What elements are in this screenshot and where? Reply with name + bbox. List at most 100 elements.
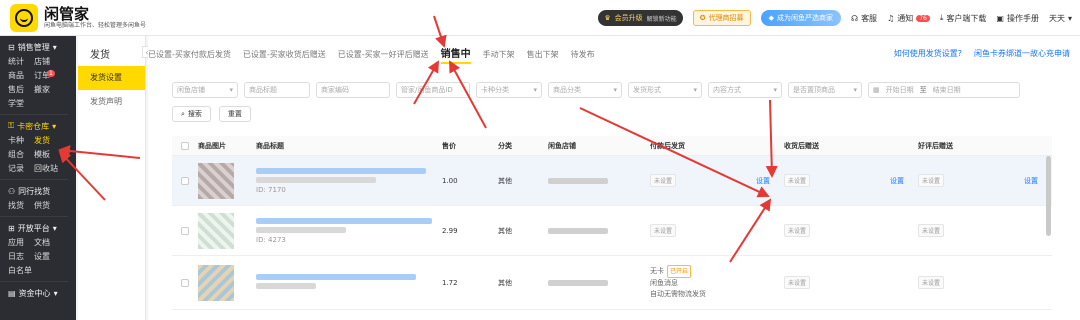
sidebar-item-whitelist[interactable]: 白名单	[8, 265, 32, 276]
table-row: 1.72 其他 无卡 已开启 闲鱼消息 自动无需物流发货 未设置 未设置	[172, 256, 1052, 310]
filter-label: 商家编码	[321, 86, 349, 94]
search-button[interactable]: ⌕ 搜索	[172, 106, 211, 122]
status-tabs: 已设置-买家付款后发货 已设置-买家收货后赠送 已设置-买家一好评后赠送 销售中…	[148, 45, 595, 64]
row-checkbox[interactable]	[181, 226, 189, 235]
bell-icon: ♫	[887, 13, 895, 23]
product-title-blurred[interactable]	[256, 273, 416, 280]
subnav-item-deliver-settings[interactable]: 发货设置	[78, 66, 145, 90]
sidebar-item-aftersale[interactable]: 售后	[8, 84, 24, 95]
top-bar: 闲管家 闲鱼电脑端工作台、轻松管理多闲鱼号 ♛ 会员升级 解锁新功能 ✪ 代理商…	[0, 0, 1080, 36]
subnav-item-deliver-statement[interactable]: 发货声明	[78, 90, 145, 114]
tab-on-sale[interactable]: 销售中	[440, 45, 471, 64]
col-shop: 闲鱼店铺	[548, 141, 576, 150]
product-title-blurred	[256, 226, 346, 233]
sidebar-section-sales[interactable]: ⊟ 销售管理 ▾	[8, 40, 76, 54]
filter-content-select[interactable]: 内容方式 ▾	[708, 82, 782, 98]
select-all-checkbox[interactable]	[181, 141, 189, 150]
sidebar-item-card-type[interactable]: 卡种	[8, 135, 24, 146]
merchant-button[interactable]: ◆ 成为闲鱼严选商家	[760, 10, 841, 26]
manual-link[interactable]: ▣ 操作手册	[996, 13, 1039, 24]
brand-logo[interactable]	[10, 3, 38, 32]
chevron-down-icon: ▾	[853, 86, 857, 94]
price: 1.72	[442, 278, 458, 287]
filter-category-select[interactable]: 商品分类 ▾	[548, 82, 622, 98]
chevron-down-icon: ▾	[52, 42, 57, 52]
product-title-blurred[interactable]	[256, 167, 426, 174]
medal-icon: ✪	[699, 14, 706, 22]
sidebar-item-school[interactable]: 学堂	[8, 98, 24, 109]
chevron-down-icon: ▾	[1067, 13, 1072, 23]
row-checkbox[interactable]	[181, 176, 189, 185]
logo-face-icon	[15, 8, 33, 27]
sidebar-item-goods[interactable]: 商品	[8, 70, 24, 81]
sidebar-item-logs[interactable]: 日志	[8, 251, 24, 262]
set-review-gift-link[interactable]: 设置	[1024, 176, 1038, 186]
sidebar-section-card[interactable]: ⚿ 卡密仓库 ▾	[8, 119, 76, 133]
product-thumbnail[interactable]	[198, 162, 234, 199]
sidebar-item-docs[interactable]: 文档	[34, 237, 50, 248]
unset-tag: 未设置	[784, 174, 811, 187]
unset-tag: 未设置	[784, 224, 811, 237]
product-title-blurred[interactable]	[256, 217, 432, 224]
table-scrollbar[interactable]	[1046, 156, 1051, 236]
filter-code-input[interactable]: 商家编码	[316, 82, 390, 98]
set-pay-deliver-link[interactable]: 设置	[756, 176, 770, 186]
sidebar-section-peer[interactable]: ⚇ 同行找货	[8, 184, 76, 198]
enabled-tag: 已开启	[667, 265, 692, 278]
row-checkbox[interactable]	[181, 278, 189, 287]
unset-tag: 未设置	[918, 224, 945, 237]
sidebar-item-move[interactable]: 搬家	[34, 84, 50, 95]
filter-label: 卡种分类	[481, 86, 509, 94]
sidebar-item-stats[interactable]: 统计	[8, 56, 24, 67]
sub-navigation: 发货 发货设置 发货声明	[78, 36, 146, 320]
user-name: 天天	[1048, 13, 1065, 23]
search-icon: ⌕	[181, 109, 185, 118]
tab-manual-off[interactable]: 手动下架	[483, 49, 515, 60]
sidebar-item-supply[interactable]: 供货	[34, 200, 50, 211]
vip-upgrade-button[interactable]: ♛ 会员升级 解锁新功能	[598, 10, 683, 26]
brand: 闲管家 闲鱼电脑端工作台、轻松管理多闲鱼号	[44, 6, 146, 30]
sidebar-item-settings[interactable]: 设置	[34, 251, 50, 262]
notice-link[interactable]: ♫ 通知 76	[887, 13, 930, 24]
reset-button[interactable]: 重置	[218, 106, 251, 122]
filter-label: 是否置顶商品	[793, 86, 835, 94]
filter-id-input[interactable]: 管家/闲鱼商品ID	[396, 82, 470, 98]
sidebar-item-deliver[interactable]: 发货	[34, 135, 50, 146]
sidebar-section-open[interactable]: ⊞ 开放平台 ▾	[8, 221, 76, 235]
product-thumbnail[interactable]	[198, 212, 234, 249]
download-link[interactable]: ⤓ 客户端下载	[940, 13, 987, 24]
unset-tag: 未设置	[918, 276, 945, 289]
product-thumbnail[interactable]	[198, 264, 234, 301]
date-range-picker[interactable]: ▦ 开始日期 至 结束日期	[868, 82, 1020, 98]
filter-label: 管家/闲鱼商品ID	[401, 86, 453, 94]
sidebar-section-fund[interactable]: ▤ 资金中心 ▾	[8, 286, 76, 300]
filter-shop-select[interactable]: 闲鱼店铺 ▾	[172, 82, 238, 98]
sidebar-item-recycle[interactable]: 回收站	[34, 163, 58, 174]
notice-link-apply[interactable]: 闲鱼卡券绑道一故心充申请	[974, 48, 1070, 59]
tab-to-publish[interactable]: 待发布	[571, 49, 595, 60]
sidebar-item-app[interactable]: 应用	[8, 237, 24, 248]
category: 其他	[498, 226, 512, 235]
chevron-down-icon: ▾	[613, 86, 617, 94]
sidebar-item-records[interactable]: 记录	[8, 163, 24, 174]
service-link[interactable]: ☊ 客服	[851, 13, 877, 24]
set-receive-gift-link[interactable]: 设置	[890, 176, 904, 186]
sidebar-item-orders[interactable]: 订单1	[34, 69, 55, 81]
wallet-icon: ▤	[8, 288, 16, 298]
tab-paid-deliver[interactable]: 已设置-买家付款后发货	[148, 49, 231, 60]
sidebar-item-shop[interactable]: 店铺	[34, 56, 50, 67]
user-menu[interactable]: 天天 ▾	[1049, 13, 1072, 24]
filter-cardtype-select[interactable]: 卡种分类 ▾	[476, 82, 542, 98]
filter-top-select[interactable]: 是否置顶商品 ▾	[788, 82, 862, 98]
tab-received-gift[interactable]: 已设置-买家收货后赠送	[243, 49, 326, 60]
tab-sold-off[interactable]: 售出下架	[527, 49, 559, 60]
agent-recruit-button[interactable]: ✪ 代理商招募	[692, 10, 751, 26]
tab-review-gift[interactable]: 已设置-买家一好评后赠送	[338, 49, 429, 60]
filter-deliver-form-select[interactable]: 发货形式 ▾	[628, 82, 702, 98]
filter-label: 商品标题	[249, 86, 277, 94]
sidebar-item-template[interactable]: 模板	[34, 149, 50, 160]
sidebar-item-find[interactable]: 找货	[8, 200, 24, 211]
sidebar-item-combo[interactable]: 组合	[8, 149, 24, 160]
filter-title-input[interactable]: 商品标题	[244, 82, 310, 98]
help-link[interactable]: 如何使用发货设置?	[894, 48, 962, 59]
